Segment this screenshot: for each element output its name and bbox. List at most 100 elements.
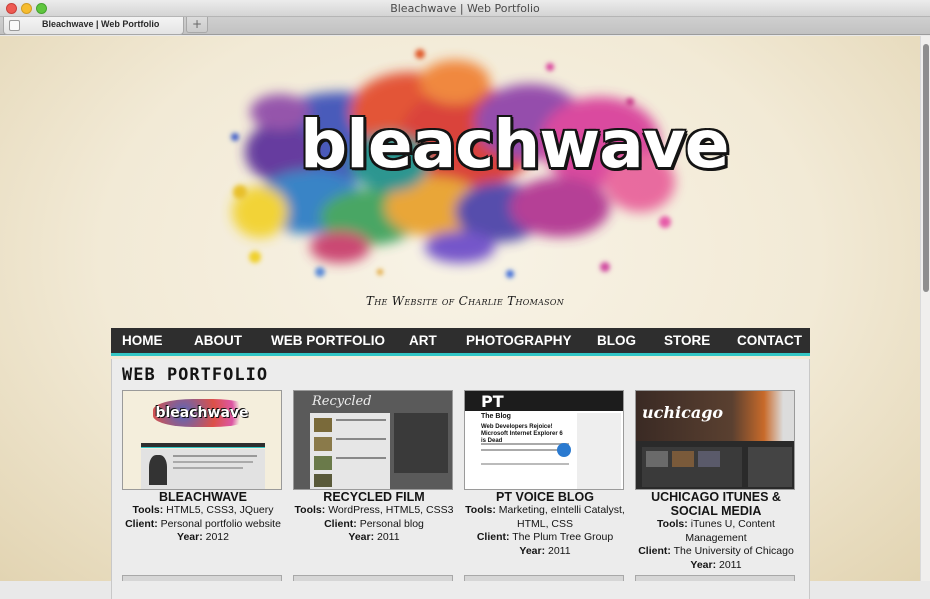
tools-value: WordPress, HTML5, CSS3	[328, 504, 454, 516]
project-title[interactable]: RECYCLED FILM	[293, 490, 455, 504]
project-year: Year: 2012	[122, 531, 284, 545]
project-year: Year: 2011	[635, 559, 797, 573]
thumb-text-line	[173, 461, 253, 463]
thumb-logo-text: PT	[481, 392, 504, 411]
client-label: Client:	[125, 517, 158, 530]
project-client: Client: The Plum Tree Group	[464, 531, 626, 545]
tools-value: Marketing, eIntelli Catalyst, HTML, CSS	[498, 504, 625, 530]
project-thumbnail[interactable]	[464, 575, 624, 581]
thumb-text-line	[173, 455, 257, 457]
project-title[interactable]: BLEACHWAVE	[122, 490, 284, 504]
project-thumbnail[interactable]	[122, 575, 282, 581]
thumb-sidebar	[394, 413, 448, 473]
thumb-photo-image	[314, 437, 332, 451]
window-title: Bleachwave | Web Portfolio	[390, 2, 540, 15]
thumb-photo-image	[646, 451, 668, 467]
client-value: The University of Chicago	[673, 545, 794, 557]
section-title: WEB PORTFOLIO	[122, 365, 269, 385]
thumb-text-line	[336, 457, 386, 459]
thumb-logo-text: uchicago	[642, 403, 724, 422]
year-value: 2012	[205, 531, 229, 543]
year-label: Year:	[519, 544, 546, 557]
thumb-logo-text: Recycled	[312, 394, 372, 409]
nav-web-portfolio[interactable]: WEB PORTFOLIO	[271, 333, 385, 348]
client-label: Client:	[324, 517, 357, 530]
new-tab-button[interactable]: +	[186, 17, 208, 33]
tab-bar: Bleachwave | Web Portfolio +	[0, 17, 930, 35]
nav-about[interactable]: ABOUT	[194, 333, 242, 348]
thumb-nav-bar	[141, 443, 265, 448]
logo-wordmark[interactable]: bleachwave	[300, 106, 730, 183]
project-title[interactable]: UCHICAGO ITUNES & SOCIAL MEDIA	[635, 490, 797, 518]
project-tools: Tools: iTunes U, Content Management	[635, 518, 797, 545]
nav-photography[interactable]: PHOTOGRAPHY	[466, 333, 572, 348]
project-client: Client: Personal portfolio website	[122, 518, 284, 532]
nav-art[interactable]: ART	[409, 333, 437, 348]
thumb-text-line	[481, 449, 565, 451]
tab-bleachwave[interactable]: Bleachwave | Web Portfolio	[3, 17, 184, 35]
thumb-sidebar	[577, 413, 621, 489]
project-title[interactable]: PT VOICE BLOG	[464, 490, 626, 504]
tab-label: Bleachwave | Web Portfolio	[42, 19, 160, 29]
year-value: 2011	[719, 558, 742, 571]
nav-home[interactable]: HOME	[122, 333, 163, 348]
project-thumbnail[interactable]	[293, 575, 453, 581]
tools-value: iTunes U, Content Management	[685, 518, 775, 544]
vertical-scrollbar[interactable]	[920, 36, 930, 581]
project-tools: Tools: WordPress, HTML5, CSS3	[293, 504, 455, 518]
project-client: Client: The University of Chicago	[635, 545, 797, 559]
client-value: Personal portfolio website	[160, 517, 281, 530]
thumb-text-line	[481, 443, 569, 445]
year-value: 2011	[377, 531, 400, 543]
project-thumbnail[interactable]: Recycled	[293, 390, 453, 490]
thumb-portrait-image	[149, 455, 167, 485]
nav-blog[interactable]: BLOG	[597, 333, 636, 348]
project-thumbnail[interactable]	[635, 575, 795, 581]
nav-store[interactable]: STORE	[664, 333, 710, 348]
nav-contact[interactable]: CONTACT	[737, 333, 802, 348]
site-tagline: The Website of Charlie Thomason	[365, 294, 565, 308]
tools-label: Tools:	[465, 504, 496, 516]
thumb-sidebar	[748, 447, 792, 487]
thumb-text-line	[481, 463, 569, 465]
thumb-photo-image	[314, 474, 332, 487]
favicon-icon	[9, 20, 20, 31]
scrollbar-thumb[interactable]	[923, 44, 929, 292]
thumb-photo-image	[672, 451, 694, 467]
project-tools: Tools: HTML5, CSS3, JQuery	[122, 504, 284, 518]
portfolio-card: Recycled RECYCLED FILM Tools: WordPress,…	[293, 390, 455, 545]
thumb-photo-image	[314, 418, 332, 432]
client-label: Client:	[476, 531, 510, 543]
portfolio-card: uchicago UCHICAGO ITUNES & SOCIAL MEDIA …	[635, 390, 797, 572]
year-label: Year:	[690, 558, 717, 571]
thumb-text-line	[173, 467, 243, 469]
client-value: The Plum Tree Group	[512, 531, 614, 543]
portfolio-card: PT The Blog Web Developers Rejoice! Micr…	[464, 390, 626, 558]
project-thumbnail[interactable]: PT The Blog Web Developers Rejoice! Micr…	[464, 390, 624, 490]
project-thumbnail[interactable]: uchicago	[635, 390, 795, 490]
project-thumbnail[interactable]: bleachwave	[122, 390, 282, 490]
thumb-text-line	[336, 419, 386, 421]
client-label: Client:	[638, 545, 671, 557]
year-label: Year:	[348, 531, 375, 543]
thumb-photo-image	[698, 451, 720, 467]
tools-value: HTML5, CSS3, JQuery	[166, 504, 274, 516]
title-bar: Bleachwave | Web Portfolio	[0, 0, 930, 17]
year-value: 2011	[548, 544, 571, 557]
portfolio-card: bleachwave BLEACHWAVE Tools: HTML5, CSS3…	[122, 390, 284, 545]
thumb-headline: Web Developers Rejoice! Microsoft Intern…	[481, 424, 563, 444]
tools-label: Tools:	[657, 518, 688, 530]
ie-logo-icon	[557, 443, 571, 457]
client-value: Personal blog	[359, 517, 424, 530]
project-tools: Tools: Marketing, eIntelli Catalyst, HTM…	[464, 504, 626, 531]
project-year: Year: 2011	[293, 531, 455, 545]
main-nav: HOME ABOUT WEB PORTFOLIO ART PHOTOGRAPHY…	[111, 328, 810, 356]
thumb-logo-text: bleachwave	[155, 405, 249, 421]
year-label: Year:	[177, 531, 203, 543]
tools-label: Tools:	[132, 504, 164, 516]
thumb-blog-title: The Blog	[481, 413, 511, 420]
tools-label: Tools:	[294, 504, 326, 516]
project-year: Year: 2011	[464, 545, 626, 559]
thumb-photo-image	[314, 456, 332, 470]
project-client: Client: Personal blog	[293, 518, 455, 532]
